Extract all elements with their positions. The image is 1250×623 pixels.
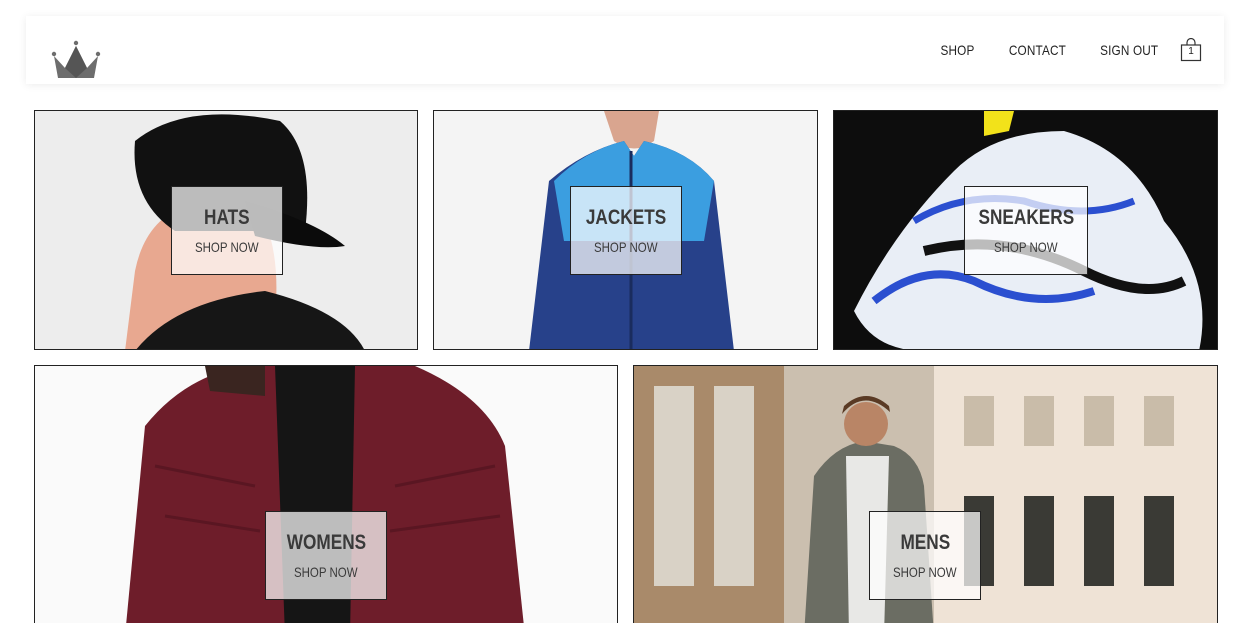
nav-contact-link[interactable]: CONTACT — [1009, 42, 1066, 58]
nav-sign-out-link[interactable]: SIGN OUT — [1100, 42, 1158, 58]
shop-now-link[interactable]: SHOP NOW — [294, 564, 358, 580]
nav-shop-link[interactable]: SHOP — [941, 42, 975, 58]
cart-count: 1 — [1188, 46, 1194, 57]
shop-now-link[interactable]: SHOP NOW — [994, 239, 1058, 255]
category-label-box: JACKETS SHOP NOW — [570, 186, 682, 275]
category-tile-jackets[interactable]: JACKETS SHOP NOW — [433, 110, 818, 350]
category-tile-hats[interactable]: HATS SHOP NOW — [34, 110, 418, 350]
category-label-box: WOMENS SHOP NOW — [265, 511, 387, 600]
category-tile-mens[interactable]: MENS SHOP NOW — [633, 365, 1218, 623]
category-tile-womens[interactable]: WOMENS SHOP NOW — [34, 365, 618, 623]
shop-now-link[interactable]: SHOP NOW — [893, 564, 957, 580]
category-title: HATS — [204, 205, 250, 229]
category-title: MENS — [900, 530, 950, 554]
shop-now-link[interactable]: SHOP NOW — [195, 239, 259, 255]
category-tile-sneakers[interactable]: SNEAKERS SHOP NOW — [833, 110, 1218, 350]
category-title: JACKETS — [585, 205, 667, 229]
category-label-box: HATS SHOP NOW — [171, 186, 283, 275]
main-nav: SHOP CONTACT SIGN OUT 1 — [911, 16, 1204, 84]
category-title: WOMENS — [286, 530, 366, 554]
site-header: SHOP CONTACT SIGN OUT 1 — [26, 16, 1224, 84]
shop-now-link[interactable]: SHOP NOW — [594, 239, 658, 255]
category-title: SNEAKERS — [978, 205, 1074, 229]
crown-logo-icon[interactable] — [50, 38, 102, 80]
category-label-box: SNEAKERS SHOP NOW — [964, 186, 1088, 275]
cart-button[interactable]: 1 — [1180, 38, 1204, 62]
category-label-box: MENS SHOP NOW — [869, 511, 981, 600]
